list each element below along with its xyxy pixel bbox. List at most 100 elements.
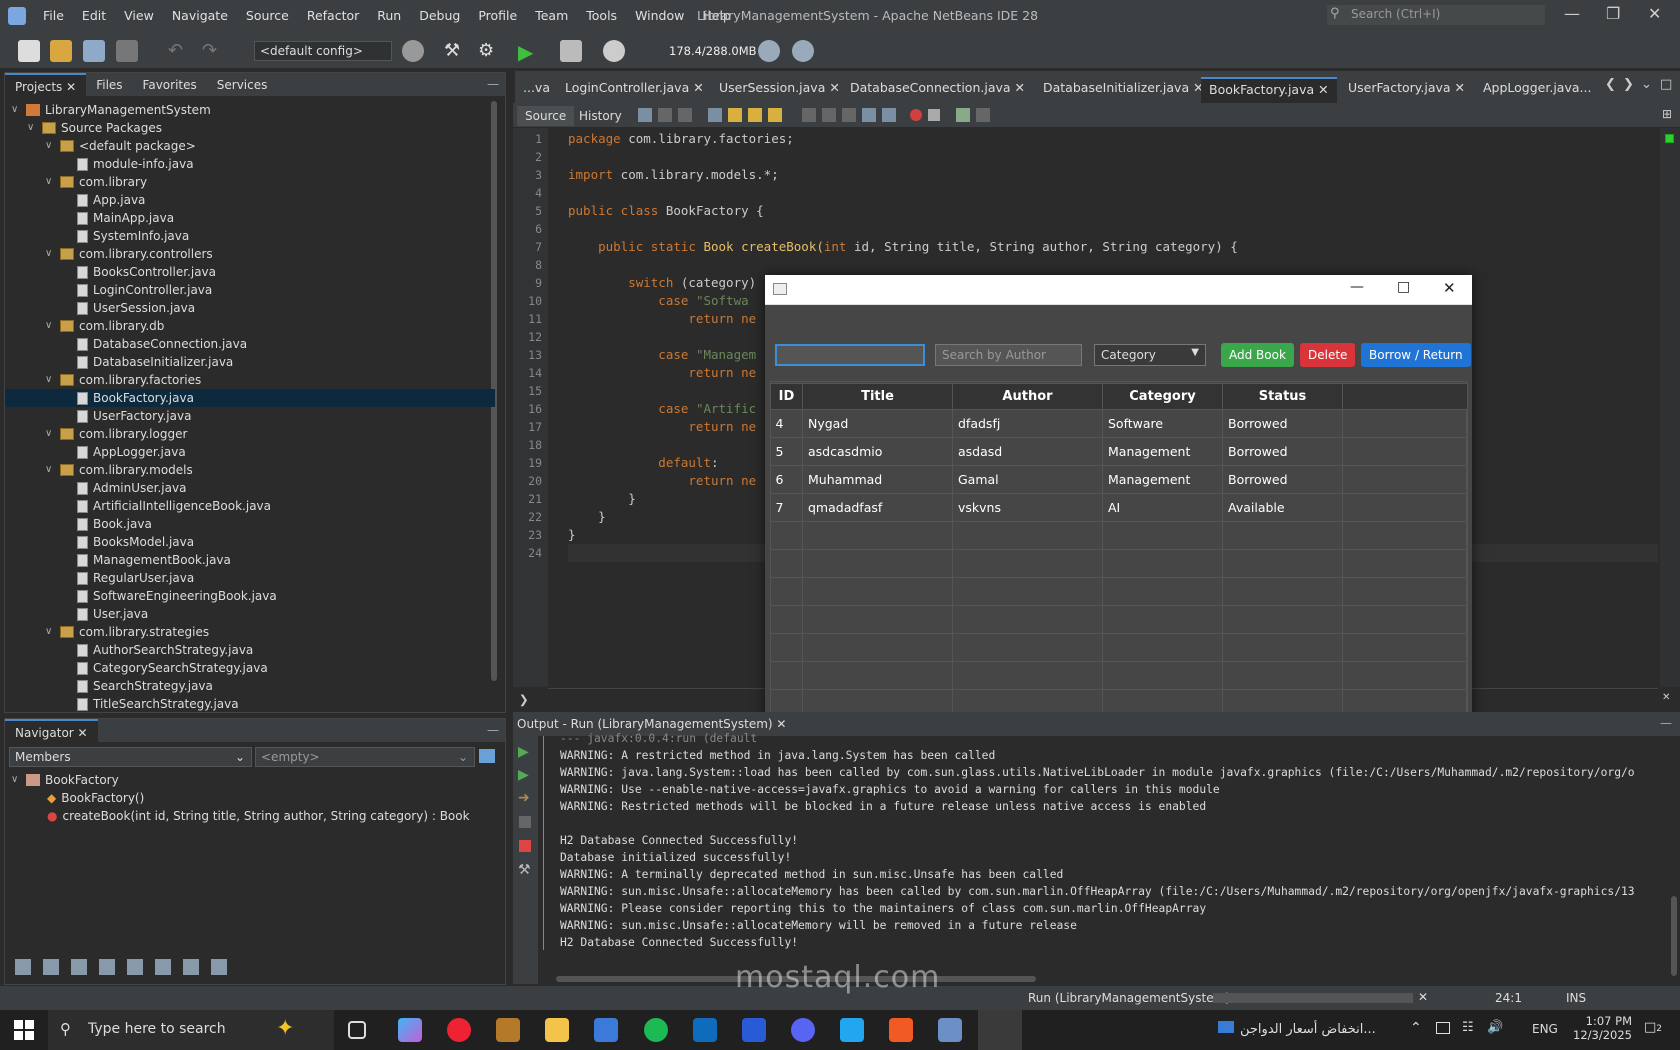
tree-node[interactable]: SearchStrategy.java (77, 677, 213, 695)
maximize-icon[interactable]: □ (1397, 279, 1410, 295)
spotify-icon[interactable] (644, 1018, 668, 1042)
settings-icon[interactable]: ⚒ (518, 862, 531, 878)
inherited-icon[interactable] (127, 959, 143, 975)
menu-team[interactable]: Team (526, 8, 577, 23)
tree-node[interactable]: AppLogger.java (77, 443, 186, 461)
menu-refactor[interactable]: Refactor (298, 8, 368, 23)
close-icon[interactable]: ✕ (1015, 80, 1025, 95)
column-header-id[interactable]: ID (770, 383, 803, 410)
globe-icon[interactable] (402, 40, 424, 62)
search-author-input[interactable]: Search by Author (935, 344, 1082, 366)
tab-file[interactable]: ...va (515, 77, 558, 103)
filter-select[interactable]: <empty> ⌄ (255, 747, 475, 767)
tray-overflow-icon[interactable]: ⌃ (1410, 1020, 1422, 1036)
volume-icon[interactable]: 🔊 (1487, 1020, 1503, 1035)
category-select[interactable]: Category ▼ (1094, 344, 1206, 366)
tab-file-active[interactable]: BookFactory.java ✕ (1201, 77, 1337, 103)
table-row[interactable]: 6 Muhammad Gamal Management Borrowed (770, 465, 1468, 494)
windows-start-icon[interactable] (14, 1020, 34, 1040)
minimize-panel-icon[interactable]: — (487, 77, 499, 91)
taskbar-search[interactable]: ⚲ Type here to search ✦ (48, 1010, 334, 1050)
save-all-icon[interactable] (116, 40, 138, 62)
gc-alt-icon[interactable] (792, 40, 814, 62)
column-header-category[interactable]: Category (1102, 383, 1223, 410)
cancel-run-icon[interactable]: ✕ (1418, 990, 1428, 1004)
expand-arrow-icon[interactable]: ❯ (519, 690, 529, 709)
add-book-button[interactable]: Add Book (1221, 343, 1294, 367)
new-file-icon[interactable] (18, 40, 40, 62)
meet-icon[interactable] (1436, 1022, 1450, 1034)
clear-icon[interactable] (519, 816, 531, 828)
table-row[interactable]: 5 asdcasdmio asdasd Management Borrowed (770, 437, 1468, 466)
tab-file[interactable]: UserFactory.java ✕ (1340, 77, 1473, 103)
tree-node[interactable]: TitleSearchStrategy.java (77, 695, 239, 713)
borrow-return-button[interactable]: Borrow / Return (1361, 343, 1471, 367)
tree-node[interactable]: SoftwareEngineeringBook.java (77, 587, 277, 605)
app-w-icon[interactable] (742, 1018, 766, 1042)
store-icon[interactable] (594, 1018, 618, 1042)
copilot-icon[interactable] (398, 1018, 422, 1042)
tree-node[interactable]: DatabaseConnection.java (77, 335, 247, 353)
menu-edit[interactable]: Edit (73, 8, 115, 23)
tab-navigator[interactable]: Navigator ✕ (5, 718, 98, 743)
clock[interactable]: 1:07 PM 12/3/2025 (1572, 1014, 1632, 1042)
new-project-icon[interactable] (50, 40, 72, 62)
menu-navigate[interactable]: Navigate (163, 8, 237, 23)
tab-file[interactable]: LoginController.java ✕ (557, 77, 712, 103)
tree-node[interactable]: Book.java (77, 515, 152, 533)
shift-left-icon[interactable] (862, 108, 876, 122)
tree-node[interactable]: ∨ com.library.logger (45, 425, 187, 443)
app-red-icon[interactable] (447, 1018, 471, 1042)
last-edit-icon[interactable] (638, 108, 652, 122)
resume-icon[interactable]: ➜ (518, 790, 530, 806)
scroll-thumb[interactable] (1671, 896, 1677, 976)
menu-profile[interactable]: Profile (469, 8, 526, 23)
column-header-author[interactable]: Author (952, 383, 1103, 410)
file-explorer-icon[interactable] (545, 1018, 569, 1042)
tab-file[interactable]: DatabaseConnection.java ✕ (842, 77, 1033, 103)
tree-node[interactable]: ∨ com.library (45, 173, 147, 191)
tab-projects[interactable]: Projects ✕ (5, 72, 87, 97)
clean-build-icon[interactable]: ⚙ (478, 40, 500, 62)
nav-constructor-node[interactable]: ◆ BookFactory() (47, 789, 144, 807)
history-tab[interactable]: History (571, 106, 630, 126)
source-tab[interactable]: Source (517, 106, 575, 126)
undo-icon[interactable]: ↶ (168, 40, 190, 62)
debug-icon[interactable] (560, 40, 582, 62)
rerun-goals-icon[interactable]: ▶ (518, 767, 529, 783)
tree-node[interactable]: ∨ com.library.controllers (45, 245, 213, 263)
tree-node[interactable]: UserSession.java (77, 299, 195, 317)
members-select[interactable]: Members ⌄ (9, 747, 252, 767)
redo-icon[interactable]: ↷ (202, 40, 224, 62)
brave-icon[interactable] (889, 1018, 913, 1042)
tab-favorites[interactable]: Favorites (133, 73, 207, 97)
find-prev-icon[interactable] (728, 108, 742, 122)
tab-file[interactable]: DatabaseInitializer.java ✕ (1035, 77, 1212, 103)
toggle-bookmark-icon[interactable] (842, 108, 856, 122)
maximize-editor-icon[interactable]: □ (1660, 77, 1672, 92)
tab-file[interactable]: AppLogger.java... (1475, 77, 1599, 103)
tree-node[interactable]: ∨ <default package> (45, 137, 196, 155)
tab-scroll-left-icon[interactable]: ❮ (1605, 77, 1616, 92)
tree-node[interactable]: BooksModel.java (77, 533, 194, 551)
menu-source[interactable]: Source (237, 8, 298, 23)
minimize-icon[interactable]: — (1564, 4, 1580, 23)
fields-icon[interactable] (43, 959, 59, 975)
close-icon[interactable]: ✕ (66, 80, 76, 94)
tree-node[interactable]: BooksController.java (77, 263, 216, 281)
menu-file[interactable]: File (34, 8, 73, 23)
close-icon[interactable]: ✕ (1443, 279, 1456, 297)
delete-button[interactable]: Delete (1300, 343, 1356, 367)
close-icon[interactable]: ✕ (78, 726, 88, 740)
stop-macro-icon[interactable] (928, 109, 940, 121)
tab-files[interactable]: Files (86, 73, 132, 97)
tree-node[interactable]: ArtificialIntelligenceBook.java (77, 497, 271, 515)
tree-node[interactable]: CategorySearchStrategy.java (77, 659, 268, 677)
find-icon[interactable] (708, 108, 722, 122)
menu-run[interactable]: Run (368, 8, 410, 23)
app-brown-icon[interactable] (496, 1018, 520, 1042)
output-console[interactable]: --- javafx:0.0.4:run (default WARNING: A… (538, 732, 1668, 982)
menu-window[interactable]: Window (626, 8, 693, 23)
memory-indicator[interactable]: 178.4/288.0MB (669, 44, 757, 58)
tree-node[interactable]: ∨ com.library.models (45, 461, 193, 479)
